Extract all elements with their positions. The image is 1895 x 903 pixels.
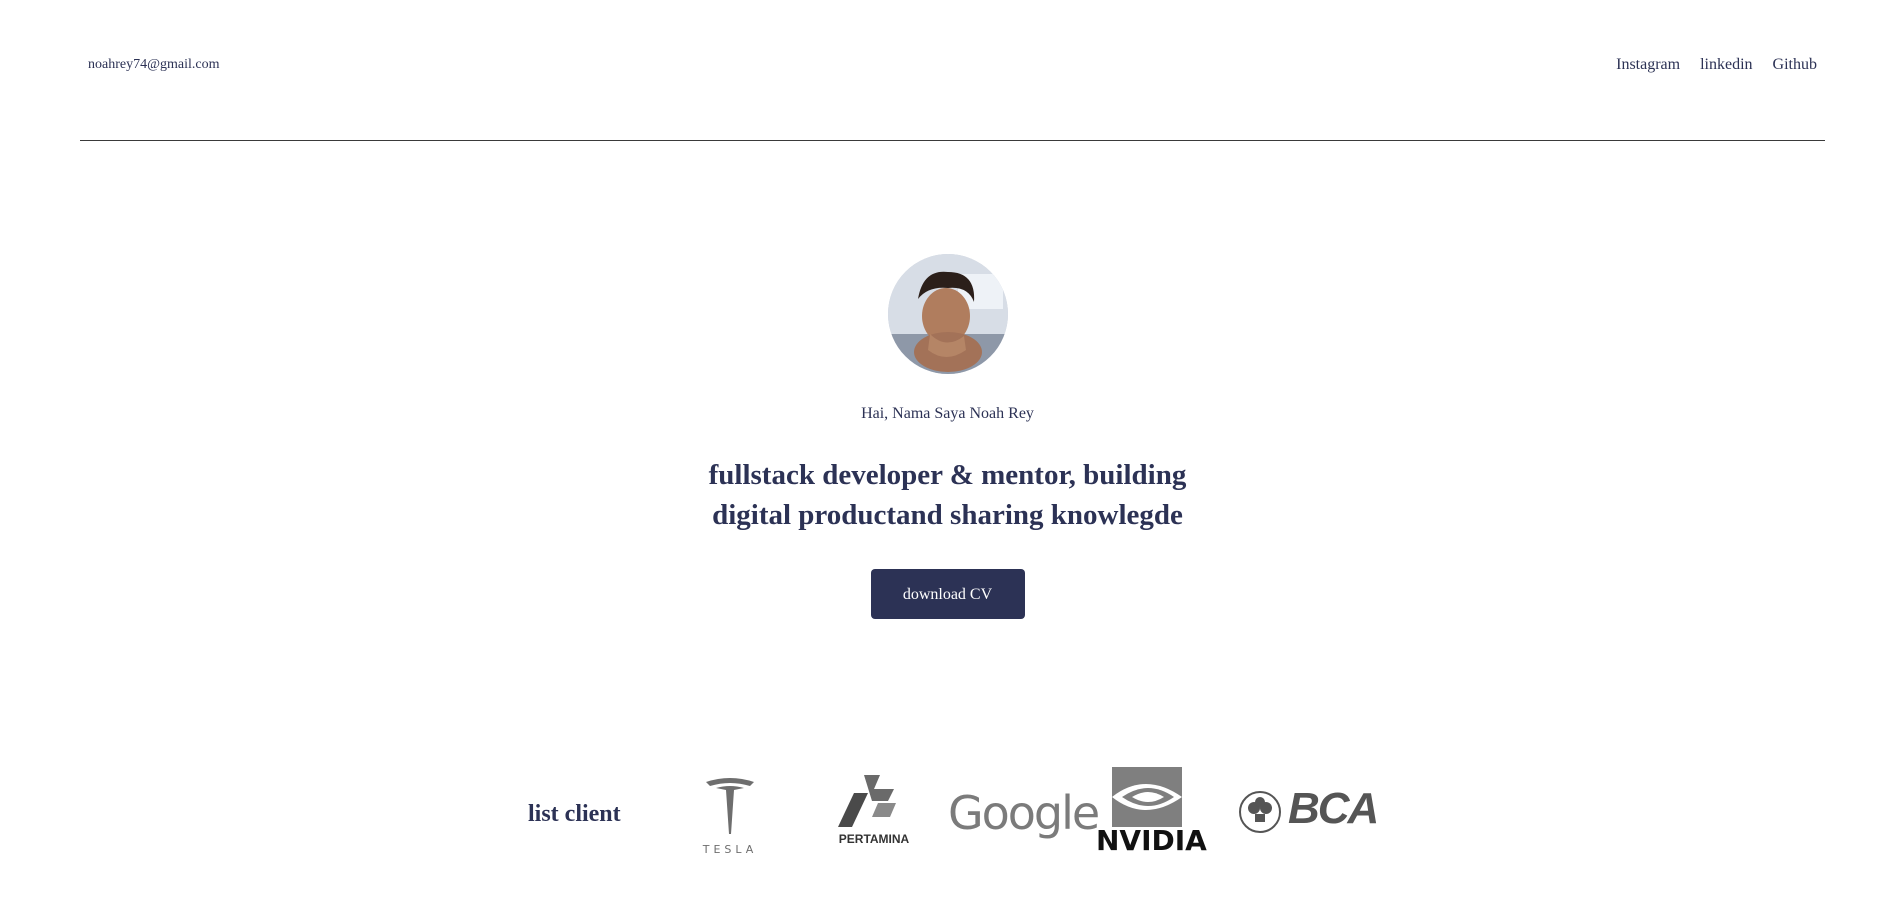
pertamina-wordmark: PERTAMINA: [838, 832, 910, 846]
bca-emblem-icon: [1239, 791, 1281, 833]
headline-line-2: digital productand sharing knowlegde: [712, 499, 1183, 531]
hero-section: Hai, Nama Saya Noah Rey fullstack develo…: [0, 254, 1895, 619]
pertamina-logo: PERTAMINA: [834, 773, 914, 853]
nav-link-instagram[interactable]: Instagram: [1616, 56, 1680, 74]
nav-link-linkedin[interactable]: linkedin: [1700, 56, 1752, 74]
pertamina-mark-icon: [838, 775, 896, 827]
client-list: list client TESLA PERTAMINA Google NVIDI…: [528, 760, 1388, 860]
bca-logo: BCA: [1238, 784, 1388, 846]
nvidia-logo: NVIDIA: [1096, 767, 1230, 862]
avatar: [887, 254, 1008, 374]
avatar-photo: [887, 254, 1008, 374]
greeting-text: Hai, Nama Saya Noah Rey: [861, 405, 1034, 422]
tesla-t-icon: [706, 778, 754, 834]
client-list-title: list client: [528, 801, 621, 827]
headline-line-1: fullstack developer & mentor, building: [708, 459, 1187, 491]
google-logo: Google: [948, 786, 1100, 840]
tesla-logo: TESLA: [700, 776, 760, 856]
headline: fullstack developer & mentor, building d…: [668, 455, 1228, 535]
tesla-wordmark: TESLA: [702, 843, 758, 856]
download-cv-button[interactable]: download CV: [870, 569, 1025, 619]
nvidia-eye-icon: [1112, 767, 1182, 827]
site-header: noahrey74@gmail.com Instagram linkedin G…: [80, 0, 1825, 141]
nav-link-github[interactable]: Github: [1773, 56, 1817, 74]
contact-email[interactable]: noahrey74@gmail.com: [88, 57, 219, 73]
social-nav: Instagram linkedin Github: [1616, 56, 1817, 74]
bca-wordmark: BCA: [1288, 784, 1379, 833]
